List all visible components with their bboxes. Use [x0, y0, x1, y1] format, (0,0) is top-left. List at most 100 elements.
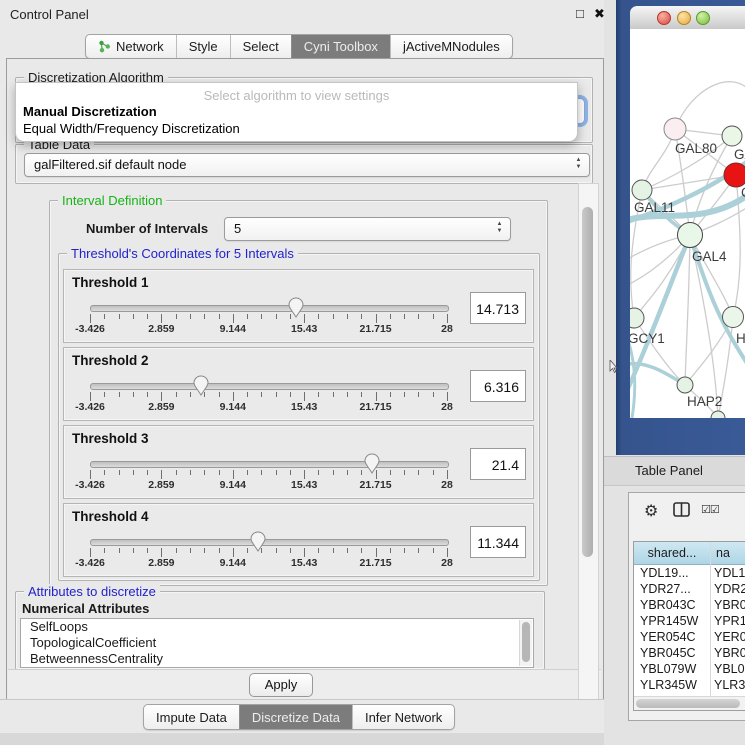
slider-tick [376, 470, 377, 479]
slider-tick-label: 9.144 [203, 401, 263, 413]
slider-tick [318, 314, 319, 319]
table-row[interactable]: YPR145W YPR1 [634, 613, 745, 629]
threshold-panel: Threshold 2 6.316 -3.4262.8599.14415.432… [63, 347, 534, 421]
slider-tick [361, 392, 362, 397]
slider-thumb[interactable] [250, 531, 266, 552]
table-row[interactable]: YBR043CYBR0 [634, 597, 745, 613]
network-node[interactable] [664, 118, 686, 140]
network-node[interactable] [630, 308, 644, 328]
slider-tick [390, 548, 391, 553]
slider-thumb[interactable] [364, 453, 380, 474]
slider-tick-label: 2.859 [131, 479, 191, 491]
apply-button[interactable]: Apply [249, 673, 313, 697]
number-of-intervals-combobox[interactable]: 5 ▲▼ [224, 217, 511, 241]
attribute-list-item[interactable]: TopologicalCoefficient [21, 635, 533, 651]
slider-tick [247, 392, 248, 397]
split-columns-icon[interactable] [673, 502, 690, 520]
threshold-value-field[interactable]: 11.344 [470, 526, 526, 558]
table-panel: ⚙ ☑☑ shared... na YDL19...YDL1YDR27...YD… [628, 492, 745, 721]
network-node[interactable] [724, 163, 745, 187]
slider-tick [119, 392, 120, 397]
network-node[interactable] [723, 307, 744, 328]
cell-shared-name: YBR045C [640, 645, 696, 661]
table-data-combobox[interactable]: galFiltered.sif default node ▲▼ [24, 153, 590, 177]
slider-tick [333, 392, 334, 397]
column-header-name[interactable]: na [711, 542, 745, 565]
slider-tick [261, 392, 262, 397]
network-node-label: HAP2 [687, 394, 722, 409]
network-window-titlebar[interactable] [630, 6, 745, 30]
slider-tick [304, 470, 305, 479]
algorithm-option-equal-width[interactable]: Equal Width/Frequency Discretization [23, 121, 240, 136]
slider-tick [361, 314, 362, 319]
slider-tick-label: 9.144 [203, 557, 263, 569]
slider-tick [247, 314, 248, 319]
network-node[interactable] [678, 223, 703, 248]
slider-tick [361, 470, 362, 475]
network-node-label: GAL4 [692, 249, 727, 264]
network-edge[interactable] [733, 175, 740, 317]
table-row[interactable]: YDR27...YDR2 [634, 581, 745, 597]
close-traffic-light-icon[interactable] [657, 11, 671, 25]
cell-name: YPR1 [714, 613, 745, 629]
network-node[interactable] [632, 180, 652, 200]
slider-tick [147, 470, 148, 475]
table-hscrollbar[interactable] [634, 696, 745, 710]
select-columns-icon[interactable]: ☑☑ [701, 503, 719, 516]
slider-thumb[interactable] [193, 375, 209, 396]
float-window-icon[interactable]: □ [576, 6, 584, 21]
network-edge[interactable] [675, 82, 745, 129]
slider-tick [119, 548, 120, 553]
network-edge[interactable] [685, 235, 690, 385]
slider-tick [219, 470, 220, 475]
tab-select[interactable]: Select [230, 35, 291, 58]
table-row[interactable]: YBR045CYBR0 [634, 645, 745, 661]
zoom-traffic-light-icon[interactable] [696, 11, 710, 25]
node-table[interactable]: shared... na YDL19...YDL1YDR27...YDR2YBR… [633, 541, 745, 711]
slider-tick [90, 548, 91, 557]
slider-tick [261, 548, 262, 553]
threshold-value-field[interactable]: 21.4 [470, 448, 526, 480]
slider-track[interactable] [90, 305, 449, 312]
tab-cyni-toolbox[interactable]: Cyni Toolbox [291, 35, 390, 58]
tab-network[interactable]: Network [86, 35, 176, 58]
attributes-scrollbar[interactable] [519, 620, 532, 666]
gear-icon[interactable]: ⚙ [644, 501, 658, 521]
combo-stepper-icon: ▲▼ [574, 157, 583, 171]
cell-shared-name: YLR345W [640, 677, 697, 693]
tab-infer-network[interactable]: Infer Network [352, 705, 454, 729]
attribute-list-item[interactable]: SelfLoops [21, 619, 533, 635]
table-row[interactable]: YLR345WYLR3 [634, 677, 745, 693]
minimize-traffic-light-icon[interactable] [677, 11, 691, 25]
network-node[interactable] [722, 126, 742, 146]
tab-style[interactable]: Style [176, 35, 230, 58]
slider-track[interactable] [90, 461, 449, 468]
table-row[interactable]: YER054CYER0 [634, 629, 745, 645]
network-node[interactable] [677, 377, 693, 393]
tab-impute-data[interactable]: Impute Data [144, 705, 239, 729]
tab-discretize-data[interactable]: Discretize Data [239, 705, 352, 729]
attributes-scrollbar-thumb[interactable] [522, 622, 530, 662]
slider-tick [104, 470, 105, 475]
slider-tick [447, 548, 448, 557]
tab-jactivemnodules[interactable]: jActiveMNodules [390, 35, 512, 58]
attribute-list-item[interactable]: BetweennessCentrality [21, 651, 533, 667]
slider-tick-label: -3.426 [60, 323, 120, 335]
table-row[interactable]: YBL079WYBL0 [634, 661, 745, 677]
numerical-attributes-list[interactable]: SelfLoopsTopologicalCoefficientBetweenne… [20, 618, 534, 668]
network-edge[interactable] [690, 235, 733, 317]
panel-scrollbar[interactable] [578, 183, 599, 700]
network-canvas[interactable]: GAL80GACGAL11GAL4GCY1HHAP2 [630, 29, 745, 418]
slider-track[interactable] [90, 539, 449, 546]
slider-track[interactable] [90, 383, 449, 390]
column-header-shared-name[interactable]: shared... [634, 542, 711, 565]
table-row[interactable]: YDL19...YDL1 [634, 565, 745, 581]
slider-tick [318, 470, 319, 475]
panel-scrollbar-thumb[interactable] [582, 207, 593, 557]
threshold-value-field[interactable]: 6.316 [470, 370, 526, 402]
cell-shared-name: YPR145W [640, 613, 698, 629]
algorithm-option-manual[interactable]: Manual Discretization [23, 104, 157, 119]
table-hscrollbar-thumb[interactable] [636, 699, 740, 708]
slider-tick [161, 470, 162, 479]
threshold-value-field[interactable]: 14.713 [470, 292, 526, 324]
